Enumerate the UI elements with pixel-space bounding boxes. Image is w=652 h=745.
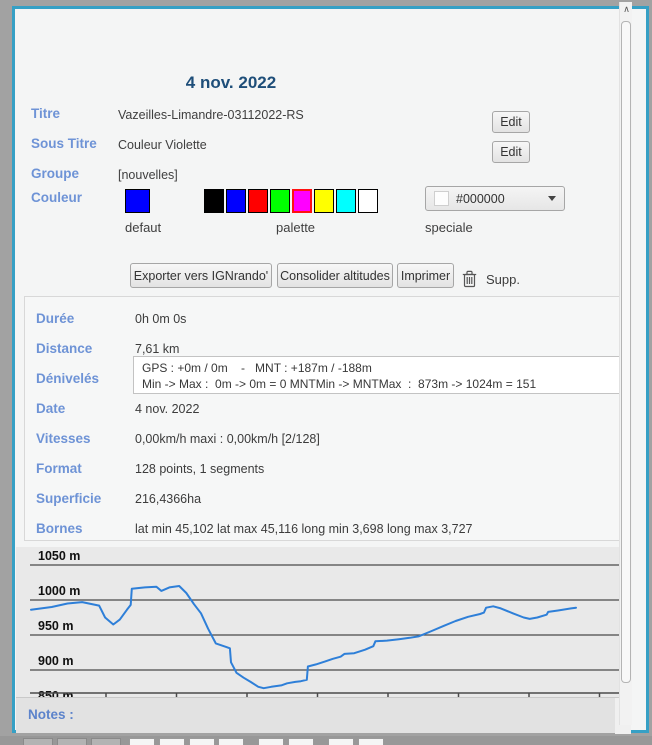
sous-titre-edit-button[interactable]: Edit (492, 141, 530, 163)
palette-swatch-5[interactable] (314, 189, 334, 213)
sous-titre-value: Couleur Violette (118, 138, 207, 152)
toolbar-button-partial[interactable] (91, 738, 121, 745)
palette-swatch-3[interactable] (270, 189, 290, 213)
svg-text:900 m: 900 m (38, 654, 73, 668)
svg-text:950 m: 950 m (38, 619, 73, 633)
duree-value: 0h 0m 0s (135, 312, 186, 326)
notes-section[interactable]: Notes : (16, 697, 631, 733)
notes-label: Notes : (28, 707, 74, 722)
palette-swatch-6[interactable] (336, 189, 356, 213)
groupe-value: [nouvelles] (118, 168, 178, 182)
scrollbar-thumb[interactable] (621, 21, 631, 683)
special-color-dropdown[interactable]: #000000 (425, 186, 565, 211)
toolbar-button-partial[interactable] (288, 738, 314, 745)
toolbar-button-partial[interactable] (258, 738, 284, 745)
stats-panel (24, 296, 630, 541)
supp-delete-label[interactable]: Supp. (486, 272, 520, 287)
toolbar-button-partial[interactable] (57, 738, 87, 745)
export-ignrando-button[interactable]: Exporter vers IGNrando' (130, 263, 272, 288)
elevation-line-svg: 1050 m1000 m950 m900 m850 m (16, 547, 631, 697)
color-palette (204, 189, 380, 213)
default-color-swatch[interactable] (125, 189, 150, 213)
palette-swatch-0[interactable] (204, 189, 224, 213)
deniveles-textbox[interactable]: GPS : +0m / 0m - MNT : +187m / -188m Min… (133, 356, 632, 394)
speciale-caption: speciale (425, 220, 473, 235)
deniveles-label: Dénivelés (36, 371, 99, 386)
palette-swatch-1[interactable] (226, 189, 246, 213)
date-value: 4 nov. 2022 (135, 402, 199, 416)
duree-label: Durée (36, 311, 74, 326)
dropdown-arrow-icon (548, 196, 556, 201)
distance-value: 7,61 km (135, 342, 179, 356)
vitesses-value: 0,00km/h maxi : 0,00km/h [2/128] (135, 432, 320, 446)
bottom-toolbar-partial (0, 736, 652, 745)
couleur-label: Couleur (31, 190, 82, 205)
bornes-label: Bornes (36, 521, 83, 536)
page-title: 4 nov. 2022 (131, 73, 331, 93)
palette-swatch-7[interactable] (358, 189, 378, 213)
svg-text:1000 m: 1000 m (38, 584, 80, 598)
format-value: 128 points, 1 segments (135, 462, 264, 476)
svg-text:1050 m: 1050 m (38, 549, 80, 563)
toolbar-button-partial[interactable] (129, 738, 155, 745)
scrollbar-up-icon[interactable]: ∧ (620, 4, 633, 15)
toolbar-button-partial[interactable] (358, 738, 384, 745)
toolbar-button-partial[interactable] (328, 738, 354, 745)
special-color-value: #000000 (456, 192, 548, 206)
palette-swatch-2[interactable] (248, 189, 268, 213)
toolbar-button-partial[interactable] (189, 738, 215, 745)
titre-label: Titre (31, 106, 60, 121)
vitesses-label: Vitesses (36, 431, 91, 446)
sous-titre-label: Sous Titre (31, 136, 97, 151)
palette-caption: palette (276, 220, 315, 235)
toolbar-button-partial[interactable] (218, 738, 244, 745)
deniveles-line1: GPS : +0m / 0m - MNT : +187m / -188m (142, 361, 372, 375)
defaut-caption: defaut (125, 220, 161, 235)
groupe-label: Groupe (31, 166, 79, 181)
special-color-preview-swatch (434, 191, 449, 206)
trash-icon[interactable] (462, 270, 477, 293)
bornes-value: lat min 45,102 lat max 45,116 long min 3… (135, 522, 472, 536)
superficie-label: Superficie (36, 491, 101, 506)
vertical-scrollbar[interactable]: ∧ (619, 2, 632, 725)
deniveles-line2: Min -> Max : 0m -> 0m = 0 MNTMin -> MNTM… (142, 377, 536, 391)
track-properties-window: 4 nov. 2022 Titre Vazeilles-Limandre-031… (0, 0, 652, 745)
imprimer-button[interactable]: Imprimer (397, 263, 454, 288)
elevation-profile-chart: 1050 m1000 m950 m900 m850 m (16, 547, 631, 697)
toolbar-button-partial[interactable] (23, 738, 53, 745)
titre-value: Vazeilles-Limandre-03112022-RS (118, 108, 304, 122)
consolider-altitudes-button[interactable]: Consolider altitudes (277, 263, 393, 288)
superficie-value: 216,4366ha (135, 492, 201, 506)
titre-edit-button[interactable]: Edit (492, 111, 530, 133)
format-label: Format (36, 461, 82, 476)
toolbar-button-partial[interactable] (159, 738, 185, 745)
date-label: Date (36, 401, 65, 416)
palette-swatch-4[interactable] (292, 189, 312, 213)
distance-label: Distance (36, 341, 92, 356)
